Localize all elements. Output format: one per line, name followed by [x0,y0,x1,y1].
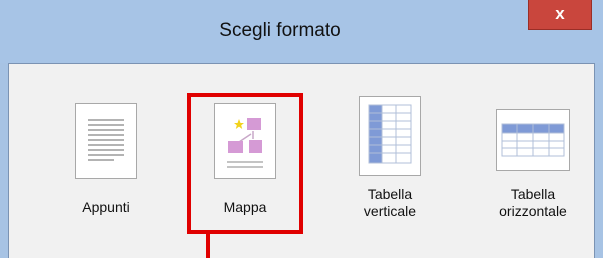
option-label: Tabella orizzontale [499,186,567,219]
choose-format-dialog: Scegli formato x Appunti Mappa Tabella v… [0,0,603,258]
notes-document-icon [75,103,137,179]
vertical-table-icon [359,96,421,176]
title-bar[interactable]: Scegli formato x [0,0,603,63]
dialog-title: Scegli formato [219,20,341,41]
option-appunti[interactable]: Appunti [62,103,150,223]
close-button[interactable]: x [528,0,592,30]
option-tabella-orizzontale[interactable]: Tabella orizzontale [483,109,583,229]
option-label: Tabella verticale [363,186,417,219]
selection-highlight-box [187,93,303,234]
horizontal-table-icon [496,109,570,171]
highlight-pointer-line [206,233,210,258]
close-icon: x [555,4,565,23]
option-tabella-verticale[interactable]: Tabella verticale [345,96,435,228]
option-label: Appunti [82,199,130,215]
